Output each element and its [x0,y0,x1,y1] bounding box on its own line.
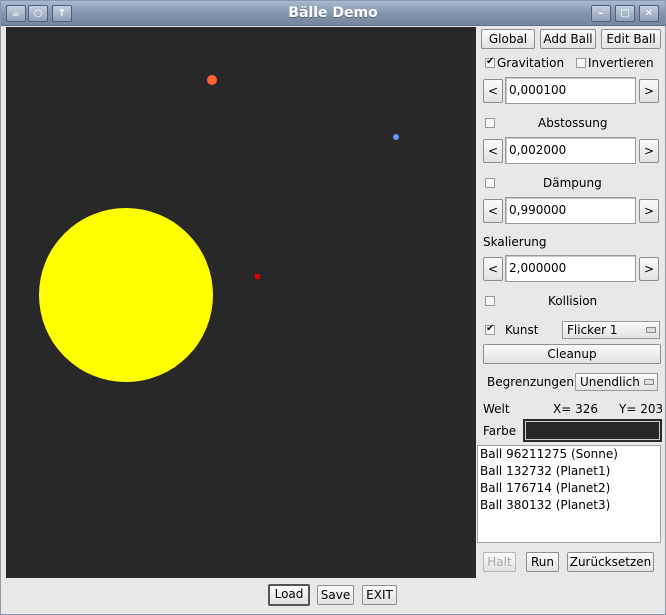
gravitation-input[interactable]: 0,000100 [505,77,636,104]
halt-button[interactable]: Halt [483,552,516,572]
close-icon[interactable]: ✕ [639,5,659,22]
kollision-checkbox[interactable] [485,296,495,306]
simulation-canvas[interactable] [6,27,476,578]
global-button[interactable]: Global [481,29,535,49]
kollision-label: Kollision [548,294,598,308]
ball-list[interactable]: Ball 96211275 (Sonne) Ball 132732 (Plane… [477,445,661,543]
title-bar[interactable]: ☕ ○ ↑ Bälle Demo – □ ✕ [1,1,665,26]
list-item[interactable]: Ball 380132 (Planet3) [478,497,660,514]
begrenzungen-select-value: Unendlich [580,375,640,389]
abstossung-input[interactable]: 0,002000 [505,137,636,164]
welt-y-readout: Y= 203 [619,402,664,416]
skalierung-decrement-button[interactable]: < [483,257,503,281]
ball-planet3 [255,274,260,279]
minimize-icon[interactable]: – [591,5,611,22]
farbe-label: Farbe [483,424,517,438]
run-button[interactable]: Run [526,552,559,572]
ball-sonne [39,208,213,382]
gravitation-increment-button[interactable]: > [639,79,659,103]
invertieren-checkbox[interactable] [576,58,586,68]
list-item[interactable]: Ball 132732 (Planet1) [478,463,660,480]
gravitation-decrement-button[interactable]: < [483,79,503,103]
reset-button[interactable]: Zurücksetzen [567,552,654,572]
begrenzungen-select[interactable]: Unendlich [575,373,658,391]
cleanup-button[interactable]: Cleanup [483,344,661,364]
skalierung-increment-button[interactable]: > [639,257,659,281]
daempfung-increment-button[interactable]: > [639,199,659,223]
begrenzungen-label: Begrenzungen [487,375,575,389]
daempfung-checkbox[interactable] [485,178,495,188]
ball-planet2 [393,134,399,140]
kunst-select-value: Flicker 1 [567,323,618,337]
abstossung-decrement-button[interactable]: < [483,139,503,163]
farbe-color-field[interactable] [523,419,662,442]
edit-ball-button[interactable]: Edit Ball [601,29,661,49]
abstossung-label: Abstossung [538,116,608,130]
welt-label: Welt [483,402,510,416]
ball-planet1 [207,75,217,85]
chevron-down-icon [644,379,654,385]
chevron-down-icon [646,327,656,333]
list-item[interactable]: Ball 96211275 (Sonne) [478,446,660,463]
bottom-bar: Load Save EXIT [1,578,665,614]
daempfung-label: Dämpung [543,176,602,190]
welt-y-clip: Y= 203 [619,402,664,416]
exit-button[interactable]: EXIT [362,585,397,605]
window-title: Bälle Demo [288,5,378,21]
skalierung-label: Skalierung [483,235,547,249]
gravitation-label: Gravitation [497,56,565,70]
daempfung-decrement-button[interactable]: < [483,199,503,223]
maximize-icon[interactable]: □ [615,5,635,22]
abstossung-increment-button[interactable]: > [639,139,659,163]
skalierung-input[interactable]: 2,000000 [505,255,636,282]
kunst-checkbox[interactable] [485,323,495,335]
list-item[interactable]: Ball 176714 (Planet2) [478,480,660,497]
kunst-select[interactable]: Flicker 1 [562,321,660,339]
welt-x-readout: X= 326 [553,402,598,416]
gravitation-checkbox[interactable] [485,56,495,68]
load-button[interactable]: Load [268,584,310,606]
kunst-label: Kunst [505,323,539,337]
daempfung-input[interactable]: 0,990000 [505,197,636,224]
app-window: ☕ ○ ↑ Bälle Demo – □ ✕ Global Add Ball E… [0,0,666,615]
invertieren-label: Invertieren [588,56,654,70]
add-ball-button[interactable]: Add Ball [540,29,596,49]
abstossung-checkbox[interactable] [485,118,495,128]
save-button[interactable]: Save [317,585,354,605]
